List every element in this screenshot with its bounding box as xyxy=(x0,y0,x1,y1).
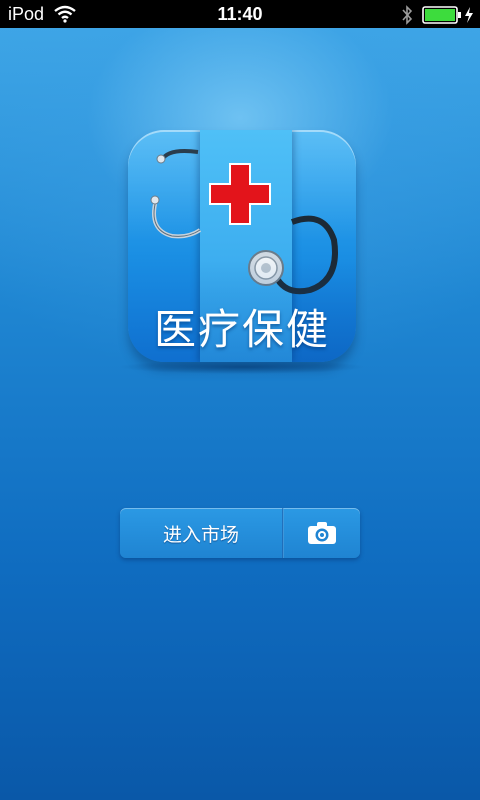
app-title: 医疗保健 xyxy=(153,305,330,354)
camera-button[interactable] xyxy=(284,508,360,558)
status-bar: iPod 11:40 xyxy=(0,0,480,28)
splash-screen: 医疗保健 进入市场 xyxy=(0,28,480,800)
red-cross-icon xyxy=(209,163,271,225)
app-icon: 医疗保健 xyxy=(128,130,356,362)
battery-icon xyxy=(422,6,461,24)
icon-shadow xyxy=(118,360,366,374)
bluetooth-icon xyxy=(402,5,413,25)
charging-icon xyxy=(465,7,473,23)
enter-market-button[interactable]: 进入市场 xyxy=(120,508,282,558)
camera-icon xyxy=(308,522,336,544)
action-bar: 进入市场 xyxy=(120,508,360,558)
